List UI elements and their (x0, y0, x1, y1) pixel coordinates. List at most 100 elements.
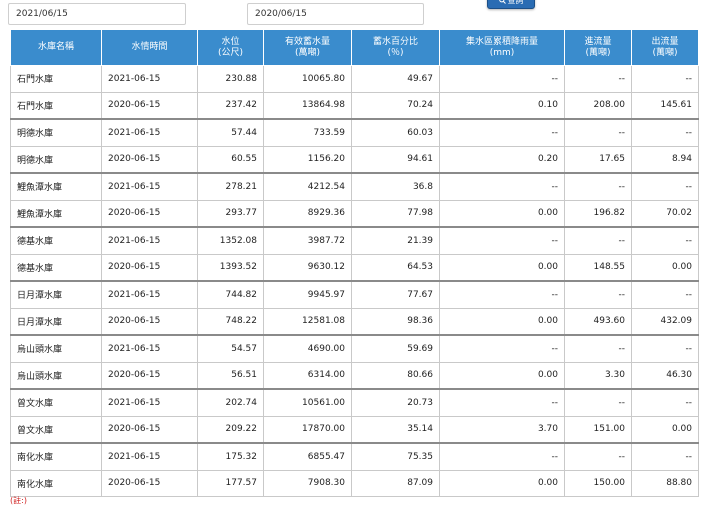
header-row: 水庫名稱 水情時間 水位 (公尺) 有效蓄水量 (萬噸) 蓄水百分比 (％) 集水區累積降雨量(… (10, 29, 699, 66)
table-cell: 80.66 (351, 361, 440, 390)
table-cell: 2020-06-15 (101, 415, 198, 444)
table-cell: -- (439, 172, 565, 201)
table-cell: -- (439, 442, 565, 471)
table-cell: 3.70 (439, 415, 565, 444)
table-cell: 6855.47 (263, 442, 352, 471)
reservoir-table: 水庫名稱 水情時間 水位 (公尺) 有效蓄水量 (萬噸) 蓄水百分比 (％) 集水區累積降雨量(… (10, 29, 699, 497)
table-cell: 3.30 (564, 361, 632, 390)
table-cell: 12581.08 (263, 307, 352, 336)
table-cell: 德基水庫 (10, 253, 102, 282)
table-cell: 17.65 (564, 145, 632, 174)
table-cell: 98.36 (351, 307, 440, 336)
table-cell: 64.53 (351, 253, 440, 282)
table-cell: 0.10 (439, 91, 565, 120)
table-cell: 1393.52 (197, 253, 264, 282)
column-header-label: (％) (387, 47, 404, 58)
table-cell: -- (631, 280, 699, 309)
table-cell: 2020-06-15 (101, 199, 198, 228)
table-row: 日月潭水庫 2020-06-15 748.22 12581.08 98.36 0.00 49… (10, 307, 699, 336)
table-row: 日月潭水庫 2021-06-15 744.82 9945.97 77.67 -- -- -- (10, 280, 699, 309)
table-row: 南化水庫 2021-06-15 175.32 6855.47 75.35 -- -- -- (10, 442, 699, 471)
table-cell: 2020-06-15 (101, 307, 198, 336)
date-input-current[interactable]: 2021/06/15 (8, 3, 186, 25)
table-cell: 77.67 (351, 280, 440, 309)
table-cell: 鯉魚潭水庫 (10, 199, 102, 228)
table-cell: -- (439, 388, 565, 417)
table-cell: -- (631, 388, 699, 417)
table-cell: 2021-06-15 (101, 442, 198, 471)
table-cell: 20.73 (351, 388, 440, 417)
table-cell: -- (564, 442, 632, 471)
table-cell: 237.42 (197, 91, 264, 120)
column-header: 蓄水百分比 (％) (351, 29, 440, 66)
table-cell: 4212.54 (263, 172, 352, 201)
table-cell: 明德水庫 (10, 145, 102, 174)
column-header-label: (mm) (489, 47, 515, 58)
table-cell: 日月潭水庫 (10, 280, 102, 309)
table-cell: -- (564, 172, 632, 201)
table-cell: 2021-06-15 (101, 65, 198, 93)
table-cell: 0.00 (439, 199, 565, 228)
table-cell: 145.61 (631, 91, 699, 120)
column-header-label: 水情時間 (131, 42, 168, 52)
column-header: 水位 (公尺) (197, 29, 264, 66)
table-cell: 202.74 (197, 388, 264, 417)
table-cell: 230.88 (197, 65, 264, 93)
column-header: 水庫名稱 (10, 29, 102, 66)
table-cell: 7908.30 (263, 469, 352, 497)
table-cell: 1352.08 (197, 226, 264, 255)
table-cell: -- (631, 442, 699, 471)
table-cell: -- (564, 388, 632, 417)
table-cell: 2021-06-15 (101, 280, 198, 309)
table-cell: 733.59 (263, 118, 352, 147)
column-header-label: 蓄水百分比 (372, 36, 418, 47)
table-cell: -- (631, 334, 699, 363)
date-input-compare[interactable]: 2020/06/15 (247, 3, 424, 25)
table-cell: 0.00 (439, 253, 565, 282)
table-cell: 77.98 (351, 199, 440, 228)
table-row: 石門水庫 2021-06-15 230.88 10065.80 49.67 -- -- -- (10, 65, 699, 93)
table-cell: 8929.36 (263, 199, 352, 228)
table-cell: 2020-06-15 (101, 361, 198, 390)
table-cell: 10561.00 (263, 388, 352, 417)
table-cell: 54.57 (197, 334, 264, 363)
table-cell: 75.35 (351, 442, 440, 471)
table-cell: 2021-06-15 (101, 118, 198, 147)
table-row: 南化水庫 2020-06-15 177.57 7908.30 87.09 0.00 150.… (10, 469, 699, 497)
table-cell: 0.00 (631, 253, 699, 282)
column-header: 水情時間 (101, 29, 198, 66)
table-cell: 56.51 (197, 361, 264, 390)
table-cell: -- (631, 226, 699, 255)
query-button[interactable]: 查詢 (487, 0, 535, 9)
column-header: 出流量 (萬噸) (631, 29, 699, 66)
table-cell: 2021-06-15 (101, 172, 198, 201)
table-cell: 10065.80 (263, 65, 352, 93)
table-cell: 60.03 (351, 118, 440, 147)
table-cell: 70.24 (351, 91, 440, 120)
table-cell: 60.55 (197, 145, 264, 174)
column-header: 集水區累積降雨量 (mm) (439, 29, 565, 66)
table-cell: 9945.97 (263, 280, 352, 309)
table-row: 德基水庫 2021-06-15 1352.08 3987.72 21.39 -- -- -- (10, 226, 699, 255)
table-cell: 德基水庫 (10, 226, 102, 255)
table-cell: 2020-06-15 (101, 253, 198, 282)
table-cell: 2021-06-15 (101, 388, 198, 417)
table-body: 石門水庫 2021-06-15 230.88 10065.80 49.67 -- -- -- 石… (10, 65, 699, 497)
table-cell: 明德水庫 (10, 118, 102, 147)
column-header-label: 水位 (221, 36, 240, 47)
table-cell: -- (439, 118, 565, 147)
table-cell: 石門水庫 (10, 65, 102, 93)
table-cell: 46.30 (631, 361, 699, 390)
table-cell: 曾文水庫 (10, 415, 102, 444)
table-cell: 3987.72 (263, 226, 352, 255)
table-cell: -- (631, 172, 699, 201)
table-cell: 21.39 (351, 226, 440, 255)
table-cell: -- (631, 118, 699, 147)
table-cell: 17870.00 (263, 415, 352, 444)
table-cell: -- (564, 65, 632, 93)
table-cell: 177.57 (197, 469, 264, 497)
table-cell: 35.14 (351, 415, 440, 444)
table-row: 明德水庫 2021-06-15 57.44 733.59 60.03 -- -- -- (10, 118, 699, 147)
table-cell: 烏山頭水庫 (10, 334, 102, 363)
table-cell: 2021-06-15 (101, 334, 198, 363)
